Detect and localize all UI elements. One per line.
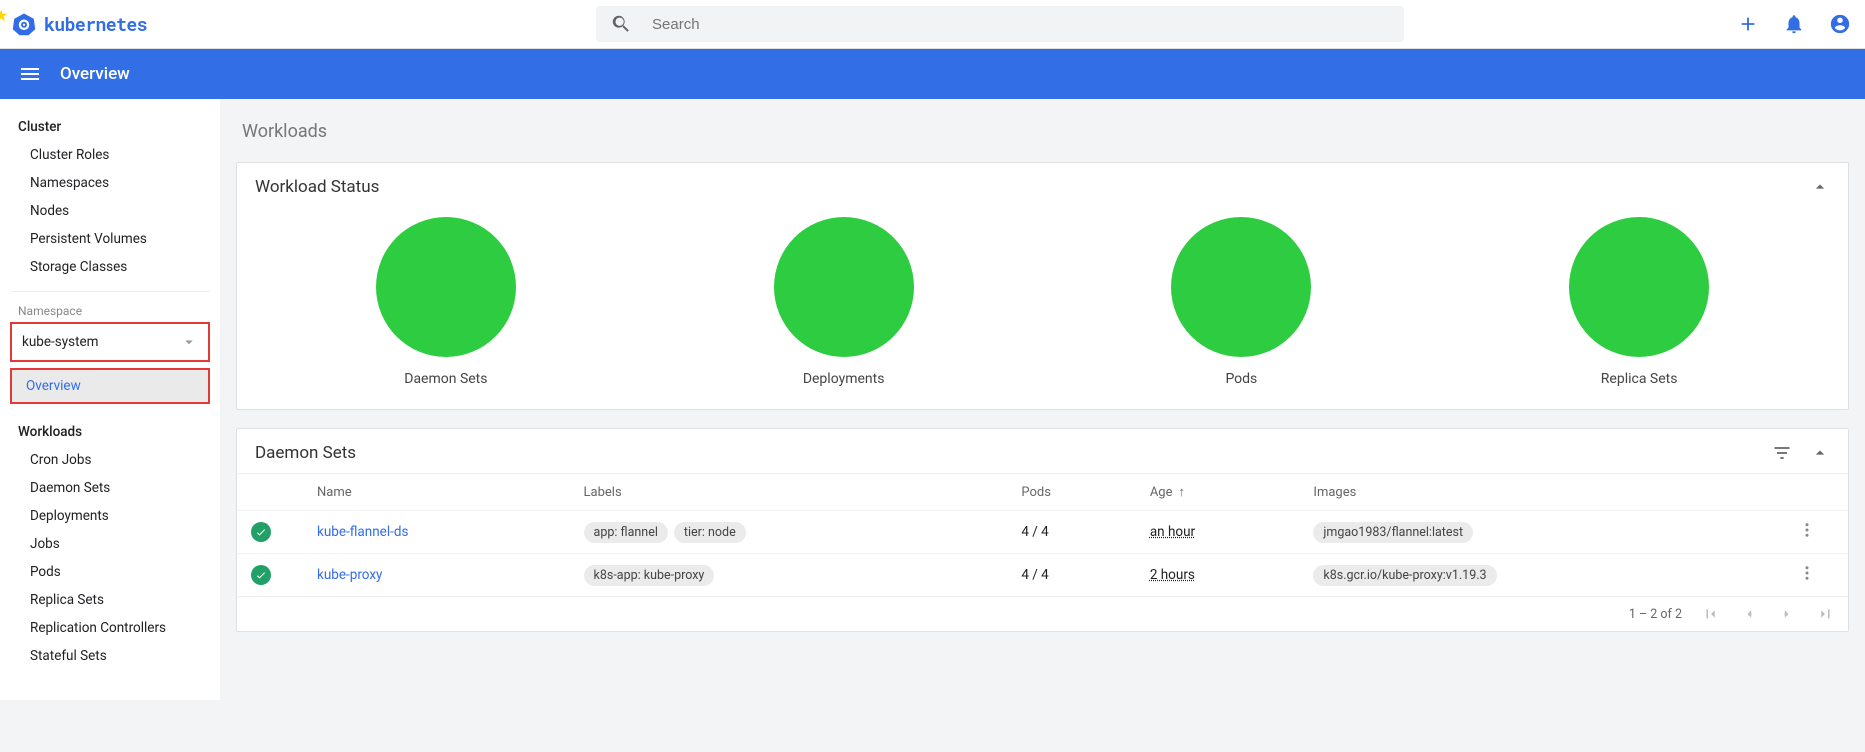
namespace-select[interactable]: kube-system bbox=[10, 322, 210, 362]
col-images[interactable]: Images bbox=[1299, 474, 1784, 511]
sidebar-item[interactable]: Replication Controllers bbox=[0, 614, 220, 642]
sort-up-icon: ↑ bbox=[1179, 484, 1186, 500]
sidebar-item[interactable]: Pods bbox=[0, 558, 220, 586]
sidebar-item[interactable]: Daemon Sets bbox=[0, 474, 220, 502]
sidebar-item[interactable]: Storage Classes bbox=[0, 253, 220, 281]
section-title: Workloads bbox=[242, 121, 1849, 142]
image-chip: k8s.gcr.io/kube-proxy:v1.19.3 bbox=[1313, 565, 1496, 586]
sidebar-item[interactable]: Persistent Volumes bbox=[0, 225, 220, 253]
workload-status-card: Workload Status Daemon Sets Deployments Po… bbox=[236, 162, 1849, 410]
table-row: kube-proxy k8s-app: kube-proxy 4 / 4 2 hour… bbox=[237, 554, 1848, 597]
sidebar-item[interactable]: Namespaces bbox=[0, 169, 220, 197]
label-chip: app: flannel bbox=[584, 522, 668, 543]
col-labels[interactable]: Labels bbox=[570, 474, 1008, 511]
more-icon[interactable] bbox=[1798, 521, 1816, 539]
create-icon[interactable] bbox=[1737, 13, 1759, 35]
page-title: Overview bbox=[60, 64, 130, 84]
donut-icon bbox=[774, 217, 914, 357]
status-ok-icon bbox=[251, 565, 271, 585]
status-label: Replica Sets bbox=[1601, 371, 1678, 387]
status-ok-icon bbox=[251, 522, 271, 542]
daemon-sets-card: Daemon Sets Name Labels Pods Age↑ Images bbox=[236, 428, 1849, 632]
donut-icon bbox=[1569, 217, 1709, 357]
pager-label: 1 – 2 of 2 bbox=[1629, 607, 1682, 622]
status-label: Pods bbox=[1225, 371, 1257, 387]
resource-link[interactable]: kube-proxy bbox=[317, 567, 382, 583]
status-label: Deployments bbox=[803, 371, 885, 387]
donut-icon bbox=[1171, 217, 1311, 357]
daemon-sets-table: Name Labels Pods Age↑ Images kube-flanne… bbox=[237, 473, 1848, 596]
status-label: Daemon Sets bbox=[404, 371, 487, 387]
logo[interactable]: kubernetes bbox=[12, 12, 147, 36]
image-chip: jmgao1983/flannel:latest bbox=[1313, 522, 1473, 543]
sidebar-item[interactable]: Cron Jobs bbox=[0, 446, 220, 474]
pods-value: 4 / 4 bbox=[1007, 511, 1135, 554]
namespace-value: kube-system bbox=[22, 334, 99, 350]
page-next-icon[interactable] bbox=[1778, 605, 1796, 623]
sidebar-item[interactable]: Cluster Roles bbox=[0, 141, 220, 169]
bell-icon[interactable] bbox=[1783, 13, 1805, 35]
account-icon[interactable] bbox=[1829, 13, 1851, 35]
sidebar-item[interactable]: Stateful Sets bbox=[0, 642, 220, 670]
pods-value: 4 / 4 bbox=[1007, 554, 1135, 597]
donut-icon bbox=[376, 217, 516, 357]
main: Workloads Workload Status Daemon Sets Dep… bbox=[220, 99, 1865, 674]
status-chart: Deployments bbox=[645, 217, 1043, 387]
status-chart: Replica Sets bbox=[1440, 217, 1838, 387]
page-prev-icon[interactable] bbox=[1740, 605, 1758, 623]
daemon-sets-title: Daemon Sets bbox=[255, 443, 356, 463]
page-first-icon[interactable] bbox=[1702, 605, 1720, 623]
label-chip: k8s-app: kube-proxy bbox=[584, 565, 715, 586]
page-header: Overview bbox=[0, 49, 1865, 99]
col-pods[interactable]: Pods bbox=[1007, 474, 1135, 511]
sidebar-section-cluster[interactable]: Cluster bbox=[0, 113, 220, 141]
search-box[interactable] bbox=[596, 6, 1404, 42]
label-chip: tier: node bbox=[674, 522, 746, 543]
sidebar-item[interactable]: Nodes bbox=[0, 197, 220, 225]
status-chart: Daemon Sets bbox=[247, 217, 645, 387]
sidebar-item-overview[interactable]: Overview bbox=[10, 368, 210, 404]
col-age[interactable]: Age↑ bbox=[1136, 474, 1300, 511]
sidebar-section-workloads[interactable]: Workloads bbox=[0, 418, 220, 446]
menu-icon[interactable] bbox=[18, 62, 42, 86]
age-value: 2 hours bbox=[1150, 567, 1195, 583]
sidebar-item[interactable]: Replica Sets bbox=[0, 586, 220, 614]
chevron-down-icon bbox=[180, 333, 198, 351]
logo-text: kubernetes bbox=[44, 12, 147, 36]
page-last-icon[interactable] bbox=[1816, 605, 1834, 623]
search-icon bbox=[610, 13, 632, 35]
topbar: ★ kubernetes bbox=[0, 0, 1865, 49]
pager: 1 – 2 of 2 bbox=[237, 596, 1848, 631]
col-name[interactable]: Name bbox=[303, 474, 570, 511]
sidebar: Cluster Cluster RolesNamespacesNodesPers… bbox=[0, 99, 220, 700]
age-value: an hour bbox=[1150, 524, 1195, 540]
status-chart: Pods bbox=[1043, 217, 1441, 387]
table-row: kube-flannel-ds app: flannel tier: node 4 /… bbox=[237, 511, 1848, 554]
collapse-icon[interactable] bbox=[1810, 443, 1830, 463]
collapse-icon[interactable] bbox=[1810, 177, 1830, 197]
star-icon: ★ bbox=[0, 6, 8, 25]
kubernetes-icon bbox=[12, 12, 36, 36]
search-input[interactable] bbox=[650, 15, 1390, 34]
sidebar-item[interactable]: Deployments bbox=[0, 502, 220, 530]
more-icon[interactable] bbox=[1798, 564, 1816, 582]
resource-link[interactable]: kube-flannel-ds bbox=[317, 524, 408, 540]
filter-icon[interactable] bbox=[1772, 443, 1792, 463]
workload-status-title: Workload Status bbox=[255, 177, 379, 197]
namespace-label: Namespace bbox=[0, 302, 220, 322]
sidebar-item[interactable]: Jobs bbox=[0, 530, 220, 558]
